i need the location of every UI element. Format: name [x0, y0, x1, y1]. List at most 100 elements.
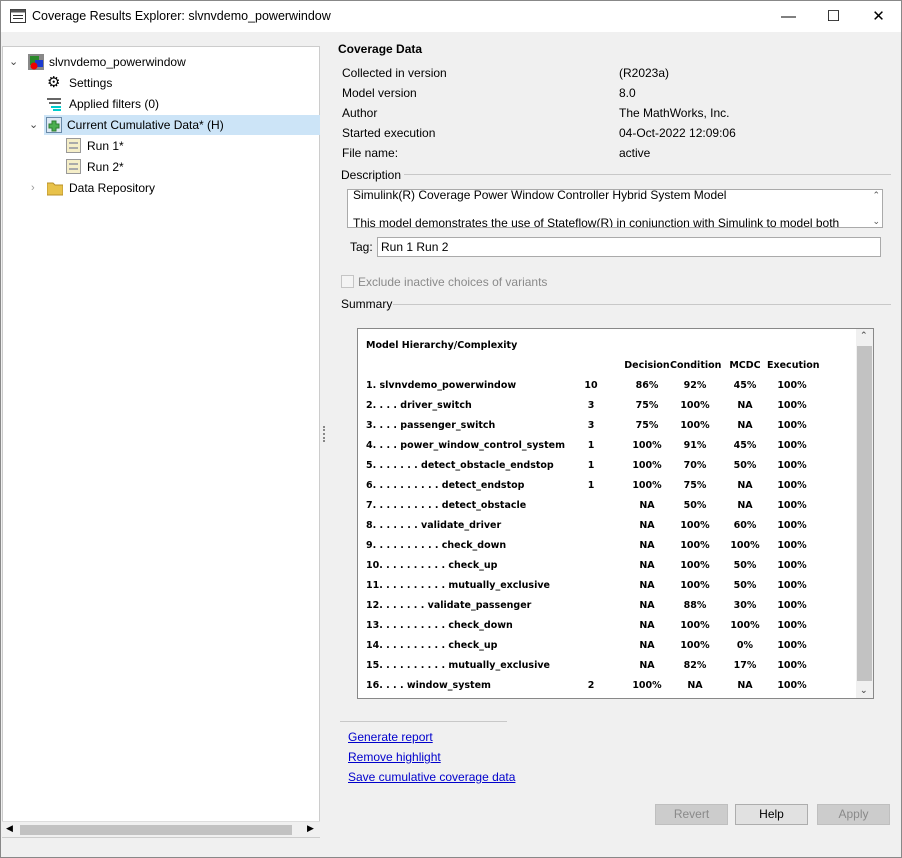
tree-node-cumulative[interactable]: Current Cumulative Data* (H)	[44, 115, 320, 135]
scroll-down-icon[interactable]: ⌄	[872, 216, 880, 227]
apply-button[interactable]: Apply	[817, 804, 890, 825]
row-mcdc: 50%	[733, 580, 757, 591]
tree-node-run-2[interactable]: Run 2*	[3, 157, 319, 177]
field-value: 8.0	[619, 86, 636, 100]
tag-value: Run 1 Run 2	[381, 240, 449, 254]
filter-icon	[47, 98, 61, 111]
field-value: active	[619, 146, 651, 160]
row-complexity: 1	[587, 480, 595, 491]
row-execution: 100%	[777, 580, 807, 591]
row-name: 11. . . . . . . . . . mutually_exclusive	[366, 580, 550, 591]
row-name: 2. . . . driver_switch	[366, 400, 472, 411]
row-mcdc: 17%	[733, 660, 757, 671]
tree-node-run-1[interactable]: Run 1*	[3, 136, 319, 156]
column-header: Execution	[767, 360, 820, 371]
row-decision: 100%	[632, 440, 662, 451]
field-label: Model version	[342, 86, 417, 100]
scroll-down-icon[interactable]: ⌄	[860, 686, 868, 696]
maximize-button[interactable]: ☐	[811, 1, 856, 32]
row-condition: 100%	[680, 420, 710, 431]
row-condition: NA	[687, 680, 703, 691]
scrollbar-thumb[interactable]	[857, 346, 872, 681]
horizontal-scrollbar[interactable]: ◀ ▶	[2, 821, 320, 837]
row-decision: 100%	[632, 480, 662, 491]
tree-label: slvnvdemo_powerwindow	[49, 55, 186, 69]
revert-button[interactable]: Revert	[655, 804, 728, 825]
row-decision: NA	[639, 620, 655, 631]
row-mcdc: 45%	[733, 380, 757, 391]
row-mcdc: NA	[737, 400, 753, 411]
row-mcdc: 100%	[730, 540, 760, 551]
remove-highlight-link[interactable]: Remove highlight	[348, 750, 441, 764]
row-decision: NA	[639, 540, 655, 551]
row-complexity: 1	[587, 440, 595, 451]
description-label: Description	[341, 168, 402, 182]
row-condition: 75%	[683, 480, 707, 491]
exclude-variants-checkbox[interactable]	[341, 275, 354, 288]
row-condition: 100%	[680, 620, 710, 631]
row-decision: NA	[639, 640, 655, 651]
row-condition: 82%	[683, 660, 707, 671]
row-name: 14. . . . . . . . . . check_up	[366, 640, 498, 651]
row-decision: 100%	[632, 460, 662, 471]
row-mcdc: 45%	[733, 440, 757, 451]
scroll-right-icon[interactable]: ▶	[307, 823, 314, 834]
field-label: File name:	[342, 146, 399, 160]
tree-node-repository[interactable]: › Data Repository	[3, 178, 319, 198]
tree-node-model[interactable]: ⌄ slvnvdemo_powerwindow	[3, 52, 319, 72]
tree-node-settings[interactable]: ⚙ Settings	[3, 73, 319, 93]
row-complexity: 10	[584, 380, 598, 391]
summary-heading: Model Hierarchy/Complexity	[366, 340, 518, 351]
row-decision: 75%	[635, 400, 659, 411]
description-line	[353, 202, 866, 216]
column-header: MCDC	[729, 360, 761, 371]
vertical-scrollbar[interactable]: ⌃ ⌄	[856, 329, 873, 698]
chevron-down-icon[interactable]: ⌄	[29, 115, 38, 135]
divider	[340, 721, 507, 722]
generate-report-link[interactable]: Generate report	[348, 730, 433, 744]
scroll-left-icon[interactable]: ◀	[6, 823, 13, 834]
row-condition: 100%	[680, 640, 710, 651]
tree-panel: ⌄ slvnvdemo_powerwindow ⚙ Settings Appli…	[2, 46, 320, 838]
row-execution: 100%	[777, 380, 807, 391]
window-title: Coverage Results Explorer: slvnvdemo_pow…	[32, 9, 331, 23]
row-complexity: 3	[587, 400, 595, 411]
tree-label: Data Repository	[69, 181, 156, 195]
row-decision: NA	[639, 520, 655, 531]
row-execution: 100%	[777, 640, 807, 651]
tree-label: Run 2*	[87, 160, 124, 174]
scrollbar-thumb[interactable]	[20, 825, 292, 835]
folder-icon	[47, 182, 63, 196]
row-decision: 86%	[635, 380, 659, 391]
cumulative-data-icon	[46, 117, 62, 133]
tree-label: Applied filters (0)	[69, 97, 160, 111]
minimize-button[interactable]: —	[766, 1, 811, 32]
chevron-right-icon[interactable]: ›	[31, 178, 35, 198]
row-name: 15. . . . . . . . . . mutually_exclusive	[366, 660, 550, 671]
row-execution: 100%	[777, 680, 807, 691]
tree-node-filters[interactable]: Applied filters (0)	[3, 94, 319, 114]
chevron-down-icon[interactable]: ⌄	[9, 52, 18, 72]
scroll-up-icon[interactable]: ⌃	[872, 190, 880, 201]
row-execution: 100%	[777, 600, 807, 611]
row-mcdc: NA	[737, 480, 753, 491]
field-value: (R2023a)	[619, 66, 670, 80]
row-mcdc: 30%	[733, 600, 757, 611]
row-mcdc: 50%	[733, 460, 757, 471]
column-header: Condition	[670, 360, 722, 371]
description-line: Simulink(R) Coverage Power Window Contro…	[353, 189, 727, 202]
row-mcdc: NA	[737, 500, 753, 511]
scroll-up-icon[interactable]: ⌃	[860, 331, 868, 341]
exclude-variants-label: Exclude inactive choices of variants	[358, 275, 548, 289]
tag-input[interactable]: Run 1 Run 2	[377, 237, 881, 257]
help-button[interactable]: Help	[735, 804, 808, 825]
save-cumulative-link[interactable]: Save cumulative coverage data	[348, 770, 515, 784]
close-button[interactable]: ✕	[856, 1, 901, 32]
row-condition: 100%	[680, 520, 710, 531]
row-condition: 70%	[683, 460, 707, 471]
field-label: Collected in version	[342, 66, 447, 80]
row-execution: 100%	[777, 540, 807, 551]
description-textarea[interactable]: Simulink(R) Coverage Power Window Contro…	[347, 189, 883, 228]
row-mcdc: 60%	[733, 520, 757, 531]
tree-label: Settings	[69, 76, 113, 90]
